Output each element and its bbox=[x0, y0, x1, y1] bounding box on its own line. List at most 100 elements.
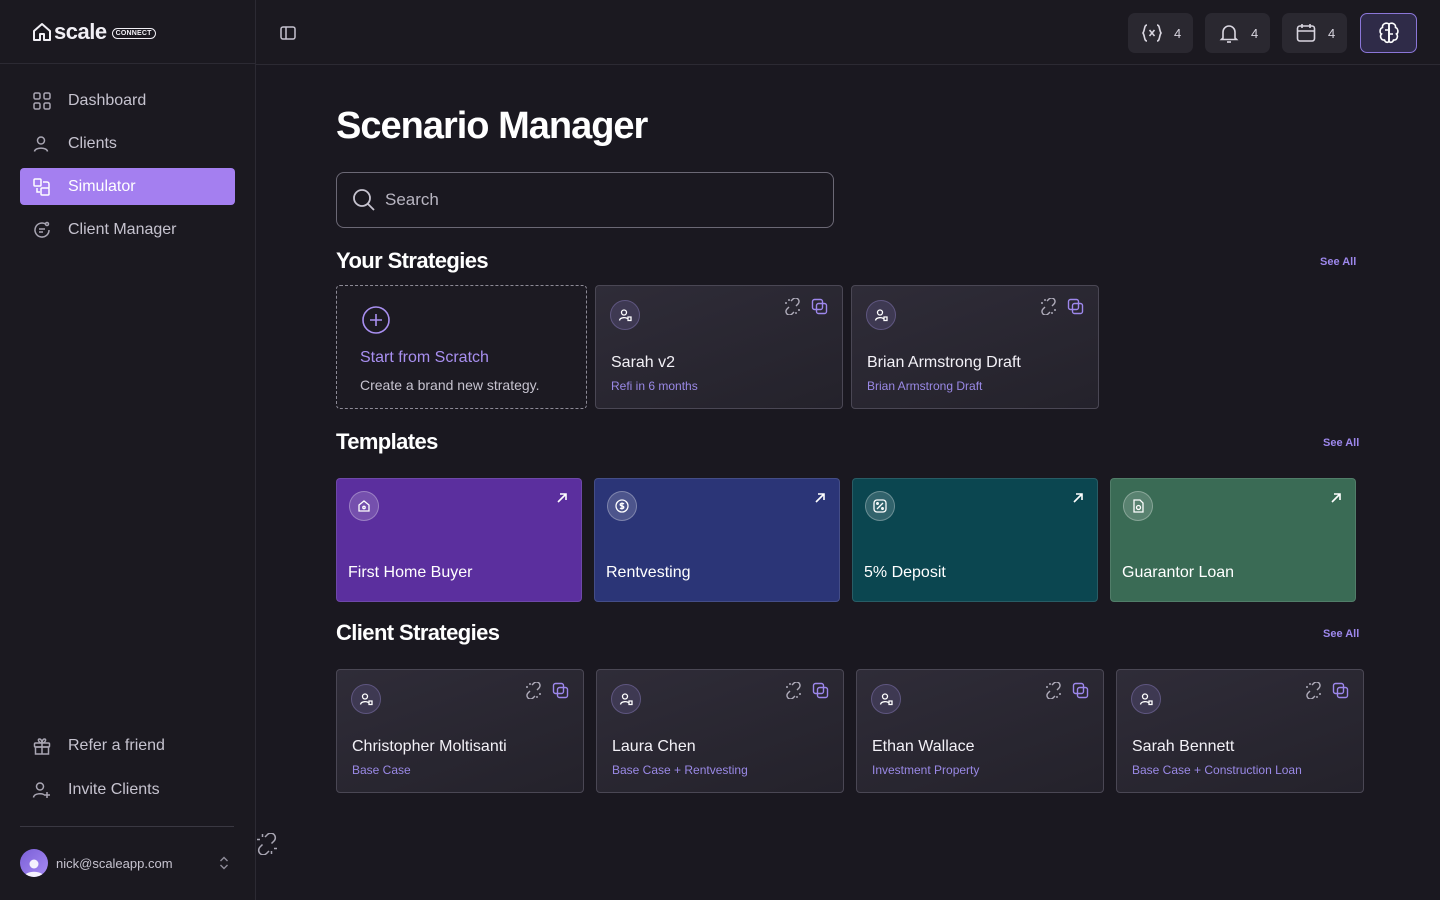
unlink-icon[interactable] bbox=[1040, 298, 1057, 315]
sidebar-item-dashboard[interactable]: Dashboard bbox=[20, 82, 235, 119]
template-5-percent-deposit[interactable]: 5% Deposit bbox=[852, 478, 1098, 602]
chevron-up-down-icon[interactable] bbox=[216, 855, 232, 871]
card-subtitle: Brian Armstrong Draft bbox=[867, 379, 983, 393]
section-title-client-strategies: Client Strategies bbox=[336, 620, 500, 645]
duplicate-icon[interactable] bbox=[552, 682, 569, 699]
card-title: Ethan Wallace bbox=[872, 738, 975, 755]
notifications-button[interactable]: 4 bbox=[1205, 13, 1270, 53]
variables-icon bbox=[1142, 24, 1162, 42]
card-actions bbox=[525, 682, 569, 699]
card-title: Laura Chen bbox=[612, 738, 696, 755]
start-from-scratch-card[interactable]: Start from Scratch Create a brand new st… bbox=[336, 285, 587, 409]
card-actions bbox=[784, 298, 828, 315]
card-subtitle: Investment Property bbox=[872, 763, 980, 777]
scale-logo[interactable]: scale CONNECT bbox=[32, 19, 156, 45]
sidebar-item-label: Invite Clients bbox=[68, 781, 160, 798]
simulator-icon bbox=[33, 177, 50, 196]
sidebar-item-label: Clients bbox=[68, 134, 117, 152]
grid-icon bbox=[33, 91, 51, 110]
duplicate-icon[interactable] bbox=[1072, 682, 1089, 699]
logo-word: scale bbox=[54, 18, 107, 44]
client-manager-icon bbox=[34, 221, 50, 238]
client-strategy-card[interactable]: Laura Chen Base Case + Rentvesting bbox=[596, 669, 844, 793]
sidebar-nav: Dashboard Clients Simulator Client Manag… bbox=[0, 64, 255, 248]
sidebar-item-client-manager[interactable]: Client Manager bbox=[20, 211, 235, 248]
card-title: Christopher Moltisanti bbox=[352, 738, 507, 755]
sidebar-item-label: Dashboard bbox=[68, 91, 147, 109]
unlink-icon[interactable] bbox=[256, 833, 278, 855]
topbar: 4 4 4 bbox=[256, 0, 1440, 65]
user-email: nick@scaleapp.com bbox=[56, 855, 173, 871]
section-title-your-strategies: Your Strategies bbox=[336, 248, 489, 273]
duplicate-icon[interactable] bbox=[812, 682, 829, 699]
calendar-count: 4 bbox=[1328, 25, 1336, 41]
template-first-home-buyer[interactable]: First Home Buyer bbox=[336, 478, 582, 602]
card-subtitle: Base Case + Rentvesting bbox=[612, 763, 748, 777]
user-divider bbox=[20, 826, 234, 827]
template-title: Rentvesting bbox=[606, 564, 691, 581]
search-input[interactable] bbox=[385, 190, 805, 210]
client-avatar-icon bbox=[351, 684, 381, 714]
search-box[interactable] bbox=[336, 172, 834, 228]
unlink-icon[interactable] bbox=[785, 682, 802, 699]
unlink-icon[interactable] bbox=[1045, 682, 1062, 699]
unlink-icon[interactable] bbox=[784, 298, 801, 315]
house-logo-icon bbox=[33, 22, 51, 41]
duplicate-icon[interactable] bbox=[1067, 298, 1084, 315]
notifications-count: 4 bbox=[1251, 25, 1259, 41]
logo-area: scale CONNECT bbox=[0, 0, 255, 64]
template-rentvesting[interactable]: Rentvesting bbox=[594, 478, 840, 602]
calendar-icon bbox=[1296, 24, 1316, 42]
sidebar-item-label: Refer a friend bbox=[68, 737, 165, 754]
duplicate-icon[interactable] bbox=[811, 298, 828, 315]
sidebar-item-refer[interactable]: Refer a friend bbox=[20, 724, 235, 768]
sidebar-item-simulator[interactable]: Simulator bbox=[20, 168, 235, 205]
duplicate-icon[interactable] bbox=[1332, 682, 1349, 699]
template-title: First Home Buyer bbox=[348, 564, 473, 581]
client-avatar-icon bbox=[610, 300, 640, 330]
document-shield-icon bbox=[1123, 491, 1153, 521]
strategy-card[interactable]: Brian Armstrong Draft Brian Armstrong Dr… bbox=[851, 285, 1099, 409]
client-strategy-card[interactable]: Ethan Wallace Investment Property bbox=[856, 669, 1104, 793]
unlink-icon[interactable] bbox=[1305, 682, 1322, 699]
user-icon bbox=[33, 135, 49, 152]
sidebar-bottom-nav: Refer a friend Invite Clients bbox=[20, 724, 235, 812]
variables-count: 4 bbox=[1174, 25, 1182, 41]
card-subtitle: Base Case bbox=[352, 763, 411, 777]
card-actions bbox=[1040, 298, 1084, 315]
card-title: Sarah Bennett bbox=[1132, 738, 1235, 755]
dollar-clock-icon bbox=[607, 491, 637, 521]
client-avatar-icon bbox=[1131, 684, 1161, 714]
variables-button[interactable]: 4 bbox=[1128, 13, 1193, 53]
sidebar-toggle-icon[interactable] bbox=[278, 23, 298, 43]
client-avatar-icon bbox=[871, 684, 901, 714]
sidebar-item-invite[interactable]: Invite Clients bbox=[20, 768, 235, 812]
client-strategy-card[interactable]: Christopher Moltisanti Base Case bbox=[336, 669, 584, 793]
see-all-your-strategies[interactable]: See All bbox=[1320, 256, 1356, 268]
gift-icon bbox=[33, 738, 51, 755]
unlink-icon[interactable] bbox=[525, 682, 542, 699]
sidebar: scale CONNECT Dashboard Clients Simulato… bbox=[0, 0, 256, 900]
see-all-client-strategies[interactable]: See All bbox=[1323, 628, 1359, 640]
main-content: Scenario Manager Your Strategies See All… bbox=[256, 65, 1440, 900]
template-guarantor-loan[interactable]: Guarantor Loan bbox=[1110, 478, 1356, 602]
home-icon bbox=[349, 491, 379, 521]
arrow-up-right-icon bbox=[815, 493, 825, 503]
calendar-button[interactable]: 4 bbox=[1282, 13, 1347, 53]
arrow-up-right-icon bbox=[1331, 493, 1341, 503]
card-subtitle: Refi in 6 months bbox=[611, 379, 698, 393]
see-all-templates[interactable]: See All bbox=[1323, 437, 1359, 449]
card-actions bbox=[785, 682, 829, 699]
strategy-card[interactable]: Sarah v2 Refi in 6 months bbox=[595, 285, 843, 409]
ai-brain-button[interactable] bbox=[1360, 13, 1417, 53]
user-plus-icon bbox=[32, 782, 50, 798]
brain-icon bbox=[1378, 22, 1399, 44]
sidebar-item-clients[interactable]: Clients bbox=[20, 125, 235, 162]
client-strategy-card[interactable]: Sarah Bennett Base Case + Construction L… bbox=[1116, 669, 1364, 793]
user-menu[interactable]: nick@scaleapp.com bbox=[20, 848, 236, 878]
card-actions bbox=[1305, 682, 1349, 699]
scratch-title: Start from Scratch bbox=[360, 349, 489, 366]
card-subtitle: Base Case + Construction Loan bbox=[1132, 763, 1302, 777]
sidebar-item-label: Client Manager bbox=[68, 220, 177, 238]
avatar-person-icon bbox=[24, 859, 44, 877]
